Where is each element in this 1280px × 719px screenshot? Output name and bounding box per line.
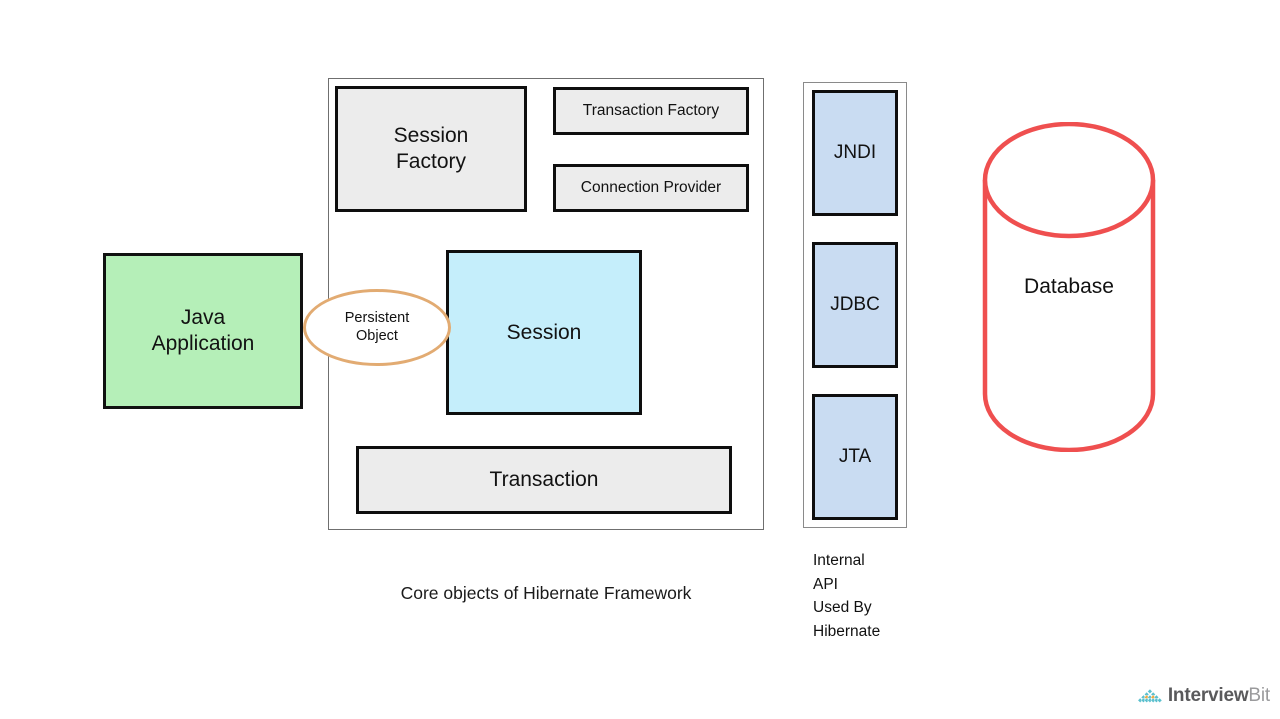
jndi-box: JNDI [812,90,898,216]
session-factory-box: Session Factory [335,86,527,212]
jdbc-box: JDBC [812,242,898,368]
diamond-grid-logo-icon [1138,688,1162,703]
java-application-box: Java Application [103,253,303,409]
interviewbit-wordmark: InterviewBit [1168,685,1270,707]
internal-api-caption: Internal API Used By Hibernate [813,552,881,640]
database-cylinder: Database [981,122,1157,452]
diagram-canvas: Java Application Session Factory Transac… [0,0,1280,719]
transaction-factory-box: Transaction Factory [553,87,749,135]
core-framework-caption: Core objects of Hibernate Framework [400,583,692,603]
jta-box: JTA [812,394,898,520]
interviewbit-logo: InterviewBit [1138,680,1270,712]
transaction-box: Transaction [356,446,732,514]
logo-word-interview: Interview [1167,685,1249,706]
persistent-object-ellipse: Persistent Object [303,289,451,366]
connection-provider-box: Connection Provider [553,164,749,212]
logo-word-bit: Bit [1248,685,1270,706]
session-box: Session [446,250,642,415]
database-label: Database [1024,275,1114,298]
